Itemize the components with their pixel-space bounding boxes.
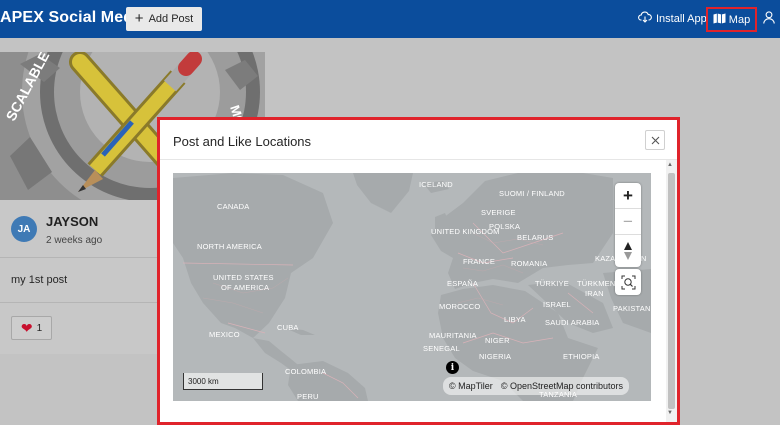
map-label-senegal: SENEGAL bbox=[423, 344, 460, 353]
post-text: my 1st post bbox=[11, 274, 68, 286]
map-label-united-states: UNITED STATES bbox=[213, 273, 274, 282]
map-label-united-kingdom: UNITED KINGDOM bbox=[431, 227, 500, 236]
zoom-to-fit-button[interactable] bbox=[615, 269, 641, 295]
map-label-mauritania: MAURITANIA bbox=[429, 331, 477, 340]
map-label-of-america: OF AMERICA bbox=[221, 283, 270, 292]
scroll-down-arrow-icon[interactable]: ▼ bbox=[667, 410, 673, 416]
map-label-iceland: ICELAND bbox=[419, 180, 453, 189]
app-title[interactable]: APEX Social Media bbox=[0, 9, 147, 27]
user-icon[interactable] bbox=[763, 11, 775, 29]
reset-bearing-button[interactable] bbox=[615, 235, 641, 267]
like-button[interactable]: ❤ 1 bbox=[11, 316, 52, 340]
post-timestamp: 2 weeks ago bbox=[46, 235, 103, 246]
locations-map[interactable]: ICELAND CANADA NORTH AMERICA UNITED STAT… bbox=[173, 173, 651, 401]
map-label-morocco: MOROCCO bbox=[439, 302, 481, 311]
install-app-link[interactable]: Install App bbox=[638, 11, 707, 26]
map-label-turkiye: TÜRKIYE bbox=[535, 279, 569, 288]
avatar[interactable]: JA bbox=[11, 216, 37, 242]
map-label-turkmen: TÜRKMEN bbox=[577, 279, 616, 288]
map-label-libya: LIBYA bbox=[504, 315, 526, 324]
map-dialog: Post and Like Locations ICELAND CANADA N… bbox=[160, 120, 677, 422]
scroll-up-arrow-icon[interactable]: ▲ bbox=[667, 162, 673, 168]
map-label-sverige: SVERIGE bbox=[481, 208, 516, 217]
heart-icon: ❤ bbox=[20, 320, 33, 336]
close-icon bbox=[651, 136, 659, 144]
top-navigation-bar: APEX Social Media + Add Post Install App… bbox=[0, 0, 780, 38]
dialog-title: Post and Like Locations bbox=[173, 134, 312, 149]
close-dialog-button[interactable] bbox=[645, 130, 665, 150]
map-icon bbox=[713, 13, 726, 27]
map-label-iran: IRAN bbox=[585, 289, 604, 298]
plus-icon: + bbox=[134, 10, 144, 27]
add-post-button[interactable]: + Add Post bbox=[126, 7, 202, 31]
map-label-ethiopia: ETHIOPIA bbox=[563, 352, 600, 361]
map-label-canada: CANADA bbox=[217, 202, 250, 211]
map-label-israel: ISRAEL bbox=[543, 300, 571, 309]
add-post-label: Add Post bbox=[148, 13, 194, 25]
dialog-header-divider bbox=[160, 159, 677, 160]
map-label-peru: PERU bbox=[297, 392, 319, 401]
zoom-in-icon: + bbox=[623, 185, 633, 205]
attribution-maptiler[interactable]: © MapTiler bbox=[449, 381, 493, 391]
map-scale-bar: 3000 km bbox=[183, 373, 263, 390]
zoom-in-button[interactable]: + bbox=[615, 183, 641, 209]
install-app-label: Install App bbox=[656, 12, 707, 25]
map-label: Map bbox=[728, 13, 751, 26]
info-icon[interactable]: i bbox=[446, 361, 459, 374]
map-label-belarus: BELARUS bbox=[517, 233, 554, 242]
map-label-cuba: CUBA bbox=[277, 323, 299, 332]
zoom-to-fit-icon bbox=[621, 275, 635, 289]
map-label-pakistan: PAKISTAN bbox=[613, 304, 651, 313]
map-label-espana: ESPAÑA bbox=[447, 279, 479, 288]
map-label-north-america: NORTH AMERICA bbox=[197, 242, 262, 251]
dialog-scrollbar-thumb[interactable] bbox=[668, 173, 675, 409]
map-attribution: © MapTiler © OpenStreetMap contributors bbox=[443, 377, 630, 395]
map-label-niger: NIGER bbox=[485, 336, 510, 345]
post-author[interactable]: JAYSON bbox=[46, 214, 98, 229]
compass-icon bbox=[624, 242, 632, 260]
map-label-saudi-arabia: SAUDI ARABIA bbox=[545, 318, 600, 327]
map-label-nigeria: NIGERIA bbox=[479, 352, 512, 361]
attribution-osm[interactable]: © OpenStreetMap contributors bbox=[501, 381, 623, 391]
cloud-download-icon bbox=[638, 11, 652, 26]
zoom-out-button[interactable]: − bbox=[615, 209, 641, 235]
map-label-colombia: COLOMBIA bbox=[285, 367, 327, 376]
map-label-france: FRANCE bbox=[463, 257, 496, 266]
zoom-out-icon: − bbox=[623, 211, 633, 231]
map-label-mexico: MEXICO bbox=[209, 330, 240, 339]
map-label-romania: ROMANIA bbox=[511, 259, 548, 268]
map-label-suomi: SUOMI / FINLAND bbox=[499, 189, 565, 198]
map-navigation-control: + − bbox=[615, 183, 641, 267]
map-nav-link[interactable]: Map bbox=[706, 7, 757, 32]
like-count: 1 bbox=[36, 322, 43, 334]
